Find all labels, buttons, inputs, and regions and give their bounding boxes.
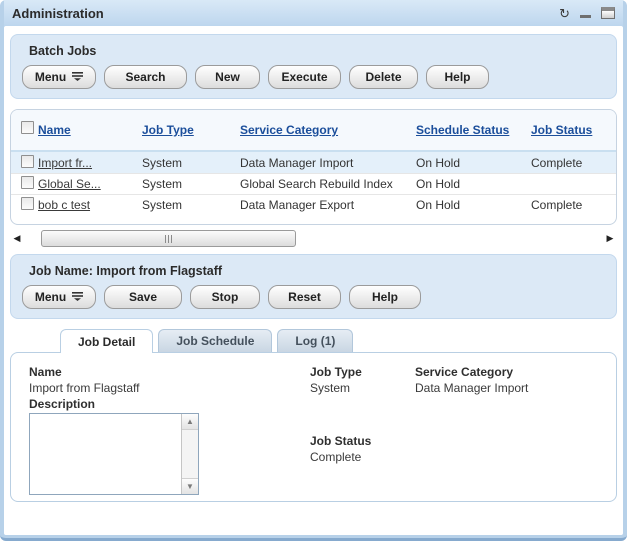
reset-button[interactable]: Reset <box>268 285 341 309</box>
new-button[interactable]: New <box>195 65 260 89</box>
table-row[interactable]: Import fr... System Data Manager Import … <box>11 152 616 173</box>
table-row[interactable]: bob c test System Data Manager Export On… <box>11 194 616 215</box>
detail-middle-column: Job Type System Job Status Complete <box>310 364 371 465</box>
table-header-row: Name Job Type Service Category Schedule … <box>11 110 616 152</box>
job-type-cell: System <box>142 177 240 191</box>
job-status-label: Job Status <box>310 433 371 449</box>
schedule-status-cell: On Hold <box>416 156 531 170</box>
horizontal-scrollbar[interactable]: ◀ ▶ <box>10 230 617 247</box>
title-bar: Administration ↻ <box>4 0 623 26</box>
help-button[interactable]: Help <box>349 285 421 309</box>
scroll-up-icon[interactable]: ▲ <box>182 414 198 430</box>
menu-button[interactable]: Menu <box>22 65 96 89</box>
job-status-value: Complete <box>310 449 371 465</box>
textarea-scrollbar[interactable]: ▲ ▼ <box>181 414 198 494</box>
job-type-label: Job Type <box>310 364 371 380</box>
schedule-status-cell: On Hold <box>416 198 531 212</box>
column-header-service-category[interactable]: Service Category <box>240 123 338 137</box>
service-category-cell: Data Manager Export <box>240 198 416 212</box>
row-checkbox[interactable] <box>21 197 34 210</box>
titlebar-icons: ↻ <box>559 7 615 20</box>
help-button[interactable]: Help <box>426 65 489 89</box>
column-header-job-type[interactable]: Job Type <box>142 123 194 137</box>
service-category-value: Data Manager Import <box>415 380 528 396</box>
table-body: Import fr... System Data Manager Import … <box>11 152 616 224</box>
batch-jobs-table: Name Job Type Service Category Schedule … <box>10 109 617 225</box>
name-value: Import from Flagstaff <box>29 380 199 396</box>
table-row[interactable]: Global Se... System Global Search Rebuil… <box>11 173 616 194</box>
job-toolbar: Menu Save Stop Reset Help <box>22 285 605 309</box>
description-field[interactable]: ▲ ▼ <box>29 413 199 495</box>
job-status-cell: Complete <box>531 156 616 170</box>
scrollbar-thumb[interactable] <box>41 230 296 247</box>
scroll-left-icon[interactable]: ◀ <box>10 231 24 246</box>
job-name-title: Job Name: Import from Flagstaff <box>22 262 605 285</box>
tab-job-schedule[interactable]: Job Schedule <box>158 329 272 352</box>
delete-button[interactable]: Delete <box>349 65 418 89</box>
tab-log[interactable]: Log (1) <box>277 329 353 352</box>
column-header-job-status[interactable]: Job Status <box>531 123 592 137</box>
description-label: Description <box>29 396 199 412</box>
job-name-panel: Job Name: Import from Flagstaff Menu Sav… <box>10 254 617 319</box>
row-checkbox[interactable] <box>21 155 34 168</box>
scrollbar-track[interactable] <box>24 230 603 247</box>
column-header-name[interactable]: Name <box>38 123 71 137</box>
window-content: Batch Jobs Menu Search New Execute Delet… <box>4 26 623 535</box>
name-label: Name <box>29 364 199 380</box>
stop-button[interactable]: Stop <box>190 285 260 309</box>
menu-dropdown-icon <box>72 290 83 304</box>
search-button[interactable]: Search <box>104 65 187 89</box>
service-category-label: Service Category <box>415 364 528 380</box>
schedule-status-cell: On Hold <box>416 177 531 191</box>
job-type-cell: System <box>142 156 240 170</box>
job-type-cell: System <box>142 198 240 212</box>
select-all-checkbox[interactable] <box>21 121 34 134</box>
service-category-cell: Data Manager Import <box>240 156 416 170</box>
batch-jobs-panel: Batch Jobs Menu Search New Execute Delet… <box>10 34 617 99</box>
refresh-icon[interactable]: ↻ <box>559 7 570 20</box>
save-button[interactable]: Save <box>104 285 182 309</box>
detail-right-column: Service Category Data Manager Import <box>415 364 528 396</box>
row-checkbox[interactable] <box>21 176 34 189</box>
scroll-down-icon[interactable]: ▼ <box>182 478 198 494</box>
tab-job-detail[interactable]: Job Detail <box>60 329 153 353</box>
job-type-value: System <box>310 380 371 396</box>
menu-button[interactable]: Menu <box>22 285 96 309</box>
job-name-link[interactable]: bob c test <box>38 198 90 212</box>
maximize-icon[interactable] <box>601 7 615 19</box>
minimize-icon[interactable] <box>580 8 591 18</box>
job-name-link[interactable]: Global Se... <box>38 177 101 191</box>
menu-dropdown-icon <box>72 70 83 84</box>
batch-jobs-toolbar: Menu Search New Execute Delete Help <box>22 65 605 89</box>
execute-button[interactable]: Execute <box>268 65 341 89</box>
job-status-cell: Complete <box>531 198 616 212</box>
description-textarea[interactable] <box>30 414 181 494</box>
detail-left-column: Name Import from Flagstaff Description ▲… <box>29 364 199 495</box>
job-name-link[interactable]: Import fr... <box>38 156 92 170</box>
detail-tabs: Job Detail Job Schedule Log (1) <box>60 329 619 352</box>
window-title: Administration <box>12 6 104 21</box>
column-header-schedule-status[interactable]: Schedule Status <box>416 123 509 137</box>
administration-window: Administration ↻ Batch Jobs Menu Search … <box>0 0 627 541</box>
job-detail-panel: Name Import from Flagstaff Description ▲… <box>10 352 617 502</box>
batch-jobs-title: Batch Jobs <box>22 42 605 65</box>
service-category-cell: Global Search Rebuild Index <box>240 177 416 191</box>
scroll-right-icon[interactable]: ▶ <box>603 231 617 246</box>
